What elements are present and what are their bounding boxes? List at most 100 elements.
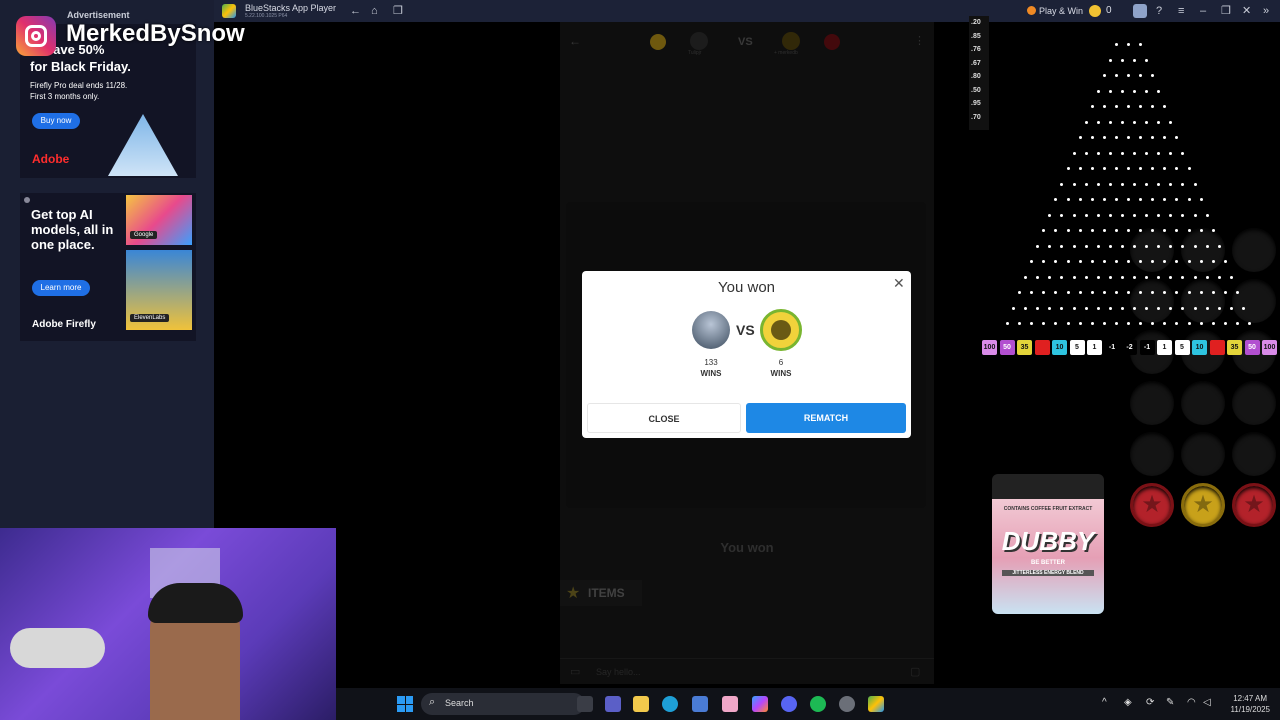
sidebar-toggle-icon[interactable]: » bbox=[1263, 0, 1269, 22]
plinko-peg bbox=[1139, 167, 1143, 170]
clipchamp-icon[interactable] bbox=[722, 696, 738, 712]
board-slot[interactable] bbox=[1181, 381, 1225, 425]
rematch-button[interactable]: REMATCH bbox=[746, 403, 906, 433]
ad-tile-elevenlabs: ElevenLabs bbox=[126, 250, 192, 330]
spotify-icon[interactable] bbox=[810, 696, 826, 712]
board-slot[interactable] bbox=[1232, 228, 1276, 272]
product-line: JITTERLESS ENERGY BLEND bbox=[1002, 570, 1094, 576]
volume-icon[interactable]: ◁ bbox=[1203, 697, 1211, 708]
close-button[interactable]: CLOSE bbox=[587, 403, 741, 433]
plinko-peg bbox=[1102, 105, 1106, 108]
play-win-label[interactable]: Play & Win bbox=[1039, 6, 1083, 16]
plinko-peg bbox=[1133, 182, 1137, 186]
plinko-peg bbox=[1066, 291, 1070, 294]
plinko-peg bbox=[1120, 58, 1124, 62]
plinko-peg bbox=[1114, 105, 1118, 108]
clock-date[interactable]: 11/19/2025 bbox=[1220, 705, 1270, 714]
board-slot[interactable] bbox=[1232, 483, 1276, 527]
tray-sync-icon[interactable]: ⟳ bbox=[1146, 697, 1154, 708]
board-slot[interactable] bbox=[1181, 483, 1225, 527]
board-slot[interactable] bbox=[1232, 432, 1276, 476]
taskbar-search[interactable]: ⌕ Search bbox=[421, 693, 585, 715]
plinko-peg bbox=[1114, 229, 1118, 232]
edge-icon[interactable] bbox=[662, 696, 678, 712]
plinko-peg bbox=[1108, 58, 1112, 62]
plinko-multiplier: 100 bbox=[982, 340, 997, 355]
plinko-peg bbox=[1096, 244, 1100, 248]
tray-app-icon[interactable]: ◈ bbox=[1124, 697, 1132, 708]
plinko-peg bbox=[1175, 136, 1179, 139]
plinko-peg bbox=[1139, 74, 1143, 77]
plinko-peg bbox=[1127, 167, 1130, 170]
back-arrow-icon[interactable]: ← bbox=[350, 0, 361, 22]
buy-now-button[interactable]: Buy now bbox=[32, 113, 80, 129]
tray-chevron-icon[interactable]: ^ bbox=[1102, 697, 1107, 708]
plinko-peg bbox=[1060, 182, 1064, 186]
plinko-peg bbox=[1151, 105, 1155, 108]
plinko-peg bbox=[1145, 182, 1149, 186]
profile-avatar[interactable] bbox=[1133, 4, 1147, 18]
plinko-peg bbox=[1169, 182, 1173, 186]
windows-start-icon[interactable] bbox=[397, 696, 413, 712]
discord-icon[interactable] bbox=[781, 696, 797, 712]
plinko-peg bbox=[1096, 89, 1100, 93]
adobe-ad-2[interactable]: Get top AI models, all in one place. Lea… bbox=[20, 193, 196, 341]
board-slot[interactable] bbox=[1130, 483, 1174, 527]
plinko-peg bbox=[1102, 229, 1106, 232]
recent-apps-icon[interactable]: ❐ bbox=[393, 0, 403, 22]
plinko-peg bbox=[1229, 275, 1233, 279]
plinko-peg bbox=[1096, 182, 1100, 186]
plinko-peg bbox=[1157, 89, 1161, 93]
close-window-icon[interactable]: ✕ bbox=[1242, 0, 1251, 22]
plinko-peg bbox=[1145, 244, 1149, 248]
restore-icon[interactable]: ❐ bbox=[1221, 0, 1231, 22]
ad-label: Advertisement bbox=[67, 10, 130, 20]
board-slot[interactable] bbox=[1130, 381, 1174, 425]
plinko-peg bbox=[1096, 120, 1100, 124]
help-icon[interactable]: ? bbox=[1156, 0, 1162, 22]
task-view-icon[interactable] bbox=[577, 696, 593, 712]
plinko-peg bbox=[1054, 291, 1058, 294]
plinko-peg bbox=[1120, 275, 1124, 279]
plinko-peg bbox=[1108, 89, 1112, 93]
plinko-multiplier: 100 bbox=[1262, 340, 1277, 355]
bluestacks-taskbar-icon[interactable] bbox=[868, 696, 884, 712]
plinko-peg bbox=[1127, 105, 1130, 108]
board-slot[interactable] bbox=[1181, 279, 1225, 323]
board-slot[interactable] bbox=[1130, 279, 1174, 323]
plinko-peg bbox=[1163, 167, 1167, 170]
board-slot[interactable] bbox=[1232, 279, 1276, 323]
board-slot[interactable] bbox=[1232, 381, 1276, 425]
plinko-peg bbox=[1102, 167, 1106, 170]
plinko-peg bbox=[1169, 151, 1173, 155]
board-slot[interactable] bbox=[1181, 432, 1225, 476]
copilot-icon[interactable] bbox=[752, 696, 768, 712]
player2-dialog-avatar bbox=[760, 309, 802, 351]
board-slot[interactable] bbox=[1130, 432, 1174, 476]
clock-time[interactable]: 12:47 AM bbox=[1225, 694, 1267, 703]
tray-pen-icon[interactable]: ✎ bbox=[1166, 697, 1174, 708]
plinko-peg bbox=[1187, 198, 1191, 201]
learn-more-button[interactable]: Learn more bbox=[32, 280, 90, 296]
plinko-peg bbox=[1175, 291, 1179, 294]
plinko-peg bbox=[1157, 182, 1161, 186]
menu-icon[interactable]: ≡ bbox=[1178, 0, 1184, 22]
dialog-close-icon[interactable]: ✕ bbox=[893, 275, 905, 292]
ad-info-icon[interactable] bbox=[24, 197, 30, 203]
plinko-peg bbox=[1114, 136, 1118, 139]
plinko-peg bbox=[1139, 136, 1143, 139]
plinko-peg bbox=[1048, 213, 1052, 217]
product-tagline: BE BETTER bbox=[1030, 560, 1065, 566]
obs-icon[interactable] bbox=[839, 696, 855, 712]
board-slot[interactable] bbox=[1181, 228, 1225, 272]
wifi-icon[interactable]: ◠ bbox=[1187, 697, 1196, 708]
minimize-icon[interactable]: – bbox=[1200, 0, 1206, 22]
teams-icon[interactable] bbox=[605, 696, 621, 712]
file-explorer-icon[interactable] bbox=[633, 696, 649, 712]
plinko-peg bbox=[1108, 213, 1112, 217]
home-icon[interactable]: ⌂ bbox=[371, 0, 378, 22]
store-icon[interactable] bbox=[692, 696, 708, 712]
plinko-peg bbox=[1066, 322, 1070, 325]
board-slot[interactable] bbox=[1130, 228, 1174, 272]
play-win-icon[interactable] bbox=[1027, 6, 1036, 15]
